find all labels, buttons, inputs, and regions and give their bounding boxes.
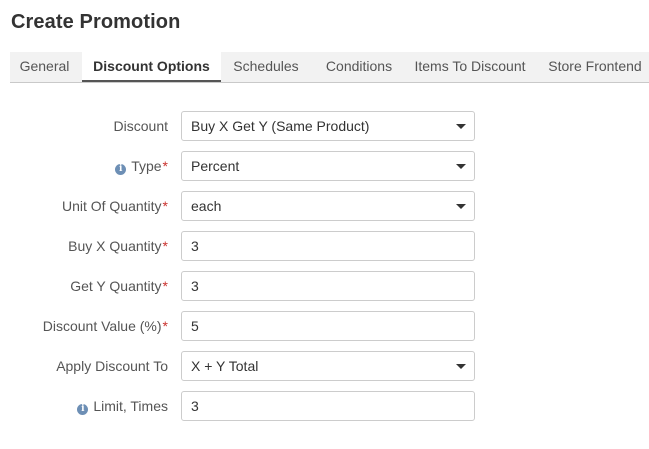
tab-store-frontend[interactable]: Store Frontend bbox=[545, 52, 645, 82]
type-value: Percent bbox=[191, 158, 240, 174]
buy-x-quantity-input[interactable]: 3 bbox=[181, 231, 475, 261]
get-y-quantity-row: Get Y Quantity* 3 bbox=[0, 271, 649, 301]
buy-x-quantity-label: Buy X Quantity* bbox=[68, 238, 168, 254]
discount-value-input[interactable]: 5 bbox=[181, 311, 475, 341]
limit-times-input[interactable]: 3 bbox=[181, 391, 475, 421]
limit-times-row: i Limit, Times 3 bbox=[0, 391, 649, 421]
tab-items-to-discount[interactable]: Items To Discount bbox=[410, 52, 530, 82]
apply-discount-to-row: Apply Discount To X + Y Total bbox=[0, 351, 649, 381]
buy-x-quantity-row: Buy X Quantity* 3 bbox=[0, 231, 649, 261]
unit-of-quantity-select[interactable]: each bbox=[181, 191, 475, 221]
tab-general[interactable]: General bbox=[10, 52, 79, 82]
apply-discount-to-value: X + Y Total bbox=[191, 358, 259, 374]
required-marker: * bbox=[162, 238, 168, 254]
discount-value-label: Discount Value (%)* bbox=[42, 318, 168, 334]
discount-value: Buy X Get Y (Same Product) bbox=[191, 118, 370, 134]
required-marker: * bbox=[162, 318, 168, 334]
get-y-quantity-input[interactable]: 3 bbox=[181, 271, 475, 301]
limit-times-label: i Limit, Times bbox=[77, 391, 168, 421]
discount-label: Discount bbox=[113, 118, 168, 134]
info-icon[interactable]: i bbox=[77, 404, 89, 415]
required-marker: * bbox=[162, 198, 168, 214]
get-y-quantity-label: Get Y Quantity* bbox=[70, 278, 168, 294]
required-marker: * bbox=[162, 158, 168, 174]
unit-of-quantity-value: each bbox=[191, 198, 222, 214]
discount-select[interactable]: Buy X Get Y (Same Product) bbox=[181, 111, 475, 141]
type-select[interactable]: Percent bbox=[181, 151, 475, 181]
tab-bar: General Discount Options Schedules Condi… bbox=[10, 52, 649, 83]
tab-conditions[interactable]: Conditions bbox=[318, 52, 400, 82]
caret-down-icon bbox=[456, 164, 466, 169]
unit-of-quantity-label: Unit Of Quantity* bbox=[61, 198, 168, 214]
unit-of-quantity-row: Unit Of Quantity* each bbox=[0, 191, 649, 221]
apply-discount-to-label: Apply Discount To bbox=[56, 358, 168, 374]
type-row: i Type* Percent bbox=[0, 151, 649, 181]
caret-down-icon bbox=[456, 204, 466, 209]
page-title: Create Promotion bbox=[11, 11, 181, 33]
tab-discount-options[interactable]: Discount Options bbox=[82, 52, 221, 82]
caret-down-icon bbox=[456, 124, 466, 129]
discount-row: Discount Buy X Get Y (Same Product) bbox=[0, 111, 649, 141]
type-label: i Type* bbox=[115, 151, 168, 181]
tab-schedules[interactable]: Schedules bbox=[226, 52, 306, 82]
info-icon[interactable]: i bbox=[115, 164, 127, 175]
discount-value-row: Discount Value (%)* 5 bbox=[0, 311, 649, 341]
caret-down-icon bbox=[456, 364, 466, 369]
required-marker: * bbox=[162, 278, 168, 294]
apply-discount-to-select[interactable]: X + Y Total bbox=[181, 351, 475, 381]
